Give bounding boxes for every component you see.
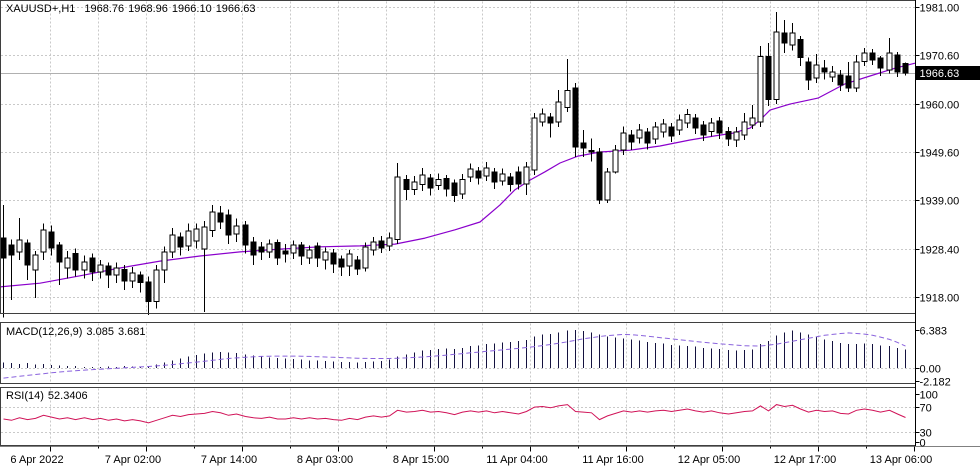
rsi-panel-surface[interactable] [0,388,915,446]
price-axis[interactable]: 1981.00 1970.60 1960.00 1949.60 1939.00 1928.… [916,3,980,305]
time-axis-label: 12 Apr 17:00 [774,454,836,466]
rsi-value: 52.3406 [48,390,88,402]
time-axis-label: 7 Apr 14:00 [201,454,257,466]
time-axis-label: 6 Apr 2022 [10,454,63,466]
macd-indicator-label: MACD(12,26,9) [6,326,82,338]
rsi-axis-label: 0 [920,438,926,450]
price-axis-label: 1949.60 [920,148,960,160]
macd-axis[interactable]: 6.383 0.00-2.182 [916,326,951,389]
price-axis-label: 1928.40 [920,245,960,257]
rsi-axis-label: 70 [920,403,932,415]
price-axis-label: 1918.00 [920,293,960,305]
open-value: 1968.76 [84,3,124,15]
price-axis-label: 1981.00 [920,3,960,15]
price-axis-label: 1970.60 [920,51,960,63]
rsi-axis-label: 100 [920,390,938,402]
high-value: 1968.96 [128,3,168,15]
macd-panel-header: MACD(12,26,9) 3.085 3.681 [6,326,149,339]
symbol-timeframe-label: XAUUSD+,H1 [6,3,75,15]
close-value: 1966.63 [216,3,256,15]
price-axis-label: 1960.00 [920,100,960,112]
time-axis-label: 7 Apr 02:00 [105,454,161,466]
rsi-panel-header: RSI(14) 52.3406 [6,390,92,403]
macd-axis-label: -2.182 [920,377,951,389]
current-price-tag: 1966.63 [916,66,980,80]
time-axis-label: 11 Apr 16:00 [582,454,644,466]
time-axis-label: 11 Apr 04:00 [486,454,548,466]
trading-chart-window: 1981.00 1970.60 1960.00 1949.60 1939.00 1928.… [0,0,980,475]
price-axis-label: 1939.00 [920,196,960,208]
time-axis-label: 13 Apr 06:00 [870,454,932,466]
time-axis-label: 12 Apr 05:00 [678,454,740,466]
time-axis-label: 8 Apr 15:00 [393,454,449,466]
macd-main-value: 3.085 [86,326,114,338]
current-price-tag-text: 1966.63 [920,68,960,80]
chart-canvas: 1981.00 1970.60 1960.00 1949.60 1939.00 1928.… [0,0,980,475]
time-axis-label: 8 Apr 03:00 [297,454,353,466]
low-value: 1966.10 [172,3,212,15]
main-chart-surface[interactable] [0,0,915,314]
time-axis[interactable]: 6 Apr 2022 7 Apr 02:00 7 Apr 14:00 8 Apr 03… [10,447,932,467]
macd-axis-label: 0.00 [920,364,941,376]
rsi-indicator-label: RSI(14) [6,390,44,402]
macd-axis-label: 6.383 [920,326,948,338]
chart-header: XAUUSD+,H1 1968.76 1968.96 1966.10 1966.63 [6,3,259,16]
macd-signal-value: 3.681 [118,326,146,338]
rsi-axis[interactable]: 10070300 [916,390,938,450]
